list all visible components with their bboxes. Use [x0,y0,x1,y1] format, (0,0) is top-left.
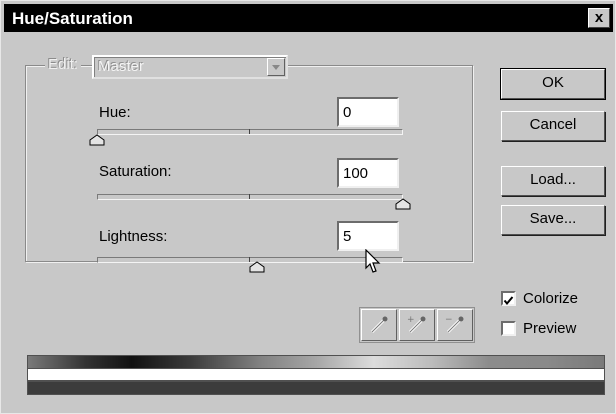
svg-text:−: − [445,315,453,325]
mouse-pointer-icon [365,249,381,273]
adjustment-group [25,65,473,262]
saturation-slider-center-tick [249,194,250,199]
saturation-label: Saturation: [99,163,172,180]
eyedropper-plus-button[interactable]: + [399,309,435,341]
eyedropper-button[interactable] [361,309,397,341]
title-bar: Hue/Saturation x [4,4,613,32]
hue-field[interactable]: 0 [337,97,399,127]
svg-text:+: + [407,315,415,325]
color-bar-separator [27,369,605,381]
edit-dropdown-value: Master [98,58,144,75]
preview-checkbox[interactable] [501,321,516,336]
close-button[interactable]: x [588,8,610,28]
hue-label: Hue: [99,104,131,121]
save-button[interactable]: Save... [501,205,605,235]
lightness-field[interactable]: 5 [337,221,399,251]
cancel-button[interactable]: Cancel [501,111,605,141]
saturation-field[interactable]: 100 [337,158,399,188]
colorize-checkbox[interactable] [501,291,516,306]
saturation-slider-track[interactable] [97,194,403,200]
colorize-label[interactable]: Colorize [523,290,578,307]
output-color-bar [27,381,605,395]
chevron-down-icon[interactable] [267,58,285,76]
edit-label: Edit: [45,56,82,73]
hue-slider-track[interactable] [97,129,403,135]
hue-saturation-dialog: Hue/Saturation x Edit: Master Hue: 0 Sat… [0,0,616,414]
hue-slider-center-tick [249,129,250,134]
eyedropper-minus-button[interactable]: − [437,309,473,341]
edit-dropdown[interactable]: Master [92,55,288,79]
checkmark-icon [503,296,514,306]
preview-label[interactable]: Preview [523,320,576,337]
dialog-title: Hue/Saturation [12,9,133,28]
load-button[interactable]: Load... [501,166,605,196]
lightness-label: Lightness: [99,228,168,245]
eyedropper-plus-icon: + [407,315,426,334]
ok-button[interactable]: OK [500,68,606,100]
eyedropper-icon [370,316,388,334]
eyedropper-minus-icon: − [445,315,464,334]
input-color-bar [27,355,605,369]
close-icon: x [594,9,604,26]
